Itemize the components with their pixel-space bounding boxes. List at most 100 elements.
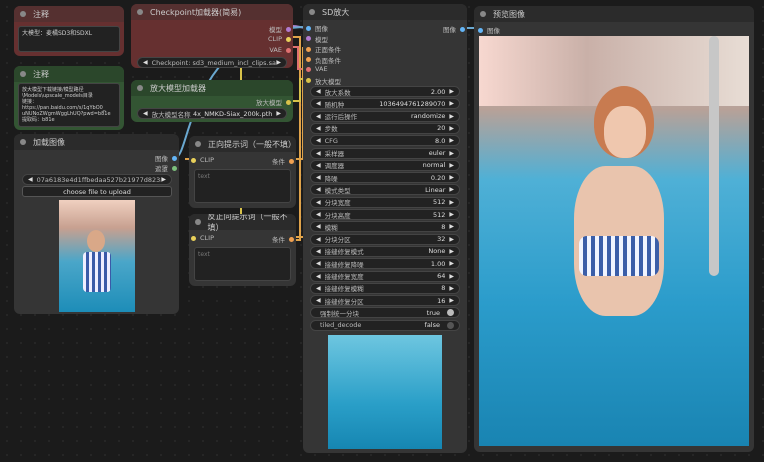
negative-prompt-node[interactable]: 反正向提示词（一般不填） CLIP 条件 text [189, 214, 296, 286]
note-node-2[interactable]: 注释 放大模型下载链接/模型路径 \Models\upscale_models目… [14, 66, 124, 130]
output-conditioning[interactable]: 条件 [272, 156, 294, 166]
output-vae[interactable]: VAE [269, 46, 291, 54]
left-arrow-icon[interactable]: ◀ [316, 186, 321, 193]
right-arrow-icon[interactable]: ▶ [449, 273, 454, 280]
widget-2[interactable]: ◀ 随机种 1036494761289070 ▶ [310, 98, 460, 110]
left-arrow-icon[interactable]: ◀ [316, 162, 321, 169]
collapse-dot-icon[interactable] [480, 11, 486, 17]
widget-12[interactable]: ◀ 模糊 8 ▶ [310, 221, 460, 233]
node-header[interactable]: 放大模型加载器 [131, 80, 293, 96]
widget-1[interactable]: ◀ 放大系数 2.00 ▶ [310, 86, 460, 97]
collapse-dot-icon[interactable] [20, 71, 26, 77]
left-arrow-icon[interactable]: ◀ [316, 199, 321, 206]
right-arrow-icon[interactable]: ▶ [449, 260, 454, 267]
left-arrow-icon[interactable]: ◀ [316, 88, 321, 95]
collapse-dot-icon[interactable] [195, 219, 201, 225]
widget-9[interactable]: ◀ 模式类型 Linear ▶ [310, 184, 460, 196]
left-arrow-icon[interactable]: ◀ [316, 273, 321, 280]
upscale-model-combo[interactable]: ◀ 放大模型名称 4x_NMKD-Siax_200k.pth ▶ [137, 108, 287, 119]
left-arrow-icon[interactable]: ◀ [316, 113, 321, 120]
node-header[interactable]: 正向提示词（一般不填） [189, 136, 296, 152]
output-image[interactable]: 图像 [155, 153, 177, 163]
output-model[interactable]: 模型 [269, 24, 291, 34]
widget-18[interactable]: ◀ 接缝修复分区 16 ▶ [310, 295, 460, 307]
right-arrow-icon[interactable]: ▶ [449, 285, 454, 292]
collapse-dot-icon[interactable] [20, 11, 26, 17]
left-arrow-icon[interactable]: ◀ [316, 236, 321, 243]
left-arrow-icon[interactable]: ◀ [316, 260, 321, 267]
right-arrow-icon[interactable]: ▶ [449, 211, 454, 218]
node-header[interactable]: 注释 [14, 6, 124, 22]
right-arrow-icon[interactable]: ▶ [449, 88, 454, 95]
widget-17[interactable]: ◀ 接缝修复模糊 8 ▶ [310, 282, 460, 294]
right-arrow-icon[interactable]: ▶ [449, 297, 454, 304]
note-text[interactable]: 放大模型下载链接/模型路径 \Models\upscale_models目录 链… [18, 83, 120, 127]
widget-10[interactable]: ◀ 分块宽度 512 ▶ [310, 196, 460, 208]
output-mask[interactable]: 遮罩 [155, 163, 177, 173]
node-header[interactable]: 加载图像 [14, 134, 179, 150]
output-image[interactable]: 图像 [443, 24, 465, 34]
widget-7[interactable]: ◀ 调度器 normal ▶ [310, 159, 460, 171]
ckpt-name-combo[interactable]: ◀Checkpoint: sd3_medium_incl_clips.safet… [137, 57, 287, 68]
image-file-combo[interactable]: ◀07a6183e4d1ffbedaa527b21977d823a4f087c4… [22, 174, 172, 185]
input-socket[interactable]: 负面条件 [306, 55, 341, 65]
right-arrow-icon[interactable]: ▶ [449, 125, 454, 132]
node-header[interactable]: 注释 [14, 66, 124, 82]
widget-15[interactable]: ◀ 接缝修复降噪 1.00 ▶ [310, 258, 460, 270]
input-socket[interactable]: 图像 [306, 23, 328, 33]
input-clip[interactable]: CLIP [191, 234, 214, 242]
input-socket[interactable]: 放大模型 [306, 76, 341, 86]
widget-16[interactable]: ◀ 接缝修复宽度 64 ▶ [310, 270, 460, 282]
collapse-dot-icon[interactable] [137, 85, 143, 91]
left-arrow-icon[interactable]: ◀ [316, 125, 321, 132]
widget-11[interactable]: ◀ 分块高度 512 ▶ [310, 209, 460, 220]
input-socket[interactable]: 模型 [306, 34, 328, 44]
output-conditioning[interactable]: 条件 [272, 234, 294, 244]
input-clip[interactable]: CLIP [191, 156, 214, 164]
right-arrow-icon[interactable]: ▶ [449, 113, 454, 120]
collapse-dot-icon[interactable] [195, 141, 201, 147]
widget-4[interactable]: ◀ 步数 20 ▶ [310, 122, 460, 134]
right-arrow-icon[interactable]: ▶ [449, 223, 454, 230]
right-arrow-icon[interactable]: ▶ [449, 162, 454, 169]
right-arrow-icon[interactable]: ▶ [449, 236, 454, 243]
widget-14[interactable]: ◀ 接缝修复模式 None ▶ [310, 245, 460, 257]
sd-upscale-node[interactable]: SD放大 图像 图像 模型 正面条件 负面条件 VAE 放大模型 ◀ 放大系数 2.00 ▶ ◀ 随… [303, 4, 467, 453]
input-socket[interactable]: VAE [306, 65, 328, 73]
prompt-textarea[interactable]: text [194, 247, 291, 281]
right-arrow-icon[interactable]: ▶ [449, 248, 454, 255]
load-image-node[interactable]: 加载图像 图像 遮罩 ◀ 07a6183e4d1ffbedaa527b21977d… [14, 134, 179, 314]
collapse-dot-icon[interactable] [20, 139, 26, 145]
left-arrow-icon[interactable]: ◀ [316, 137, 321, 144]
right-arrow-icon[interactable]: ▶ [449, 150, 454, 157]
collapse-dot-icon[interactable] [309, 9, 315, 15]
upload-button[interactable]: choose file to upload [22, 186, 172, 197]
left-arrow-icon[interactable]: ◀ [316, 248, 321, 255]
widget-6[interactable]: ◀ 采样器 euler ▶ [310, 147, 460, 159]
right-arrow-icon[interactable]: ▶ [449, 186, 454, 193]
node-header[interactable]: 反正向提示词（一般不填） [189, 214, 296, 232]
note-text[interactable]: 大模型：麦橘SD3和SDXL [18, 26, 120, 52]
output-upscale-model[interactable]: 放大模型 [256, 97, 291, 107]
right-arrow-icon[interactable]: ▶ [449, 174, 454, 181]
right-arrow-icon[interactable]: ▶ [449, 137, 454, 144]
prompt-textarea[interactable]: text [194, 169, 291, 203]
left-arrow-icon[interactable]: ◀ [316, 297, 321, 304]
output-clip[interactable]: CLIP [268, 35, 291, 43]
note-node-1[interactable]: 注释 大模型：麦橘SD3和SDXL [14, 6, 124, 56]
node-header[interactable]: 预览图像 [474, 6, 754, 22]
widget-3[interactable]: ◀ 运行后操作 randomize ▶ [310, 110, 460, 122]
toggle-1[interactable]: 强制统一分块 true [310, 307, 460, 319]
left-arrow-icon[interactable]: ◀ [316, 100, 321, 107]
input-image[interactable]: 图像 [478, 25, 500, 35]
left-arrow-icon[interactable]: ◀ [316, 174, 321, 181]
node-header[interactable]: Checkpoint加载器(简易) [131, 4, 293, 20]
left-arrow-icon[interactable]: ◀ [316, 223, 321, 230]
input-socket[interactable]: 正面条件 [306, 44, 341, 54]
toggle-2[interactable]: tiled_decode false [310, 319, 460, 331]
widget-5[interactable]: ◀ CFG 8.0 ▶ [310, 135, 460, 147]
upscale-loader-node[interactable]: 放大模型加载器 放大模型 ◀ 放大模型名称 4x_NMKD-Siax_200k.pt… [131, 80, 293, 122]
collapse-dot-icon[interactable] [137, 9, 143, 15]
widget-8[interactable]: ◀ 降噪 0.20 ▶ [310, 172, 460, 184]
left-arrow-icon[interactable]: ◀ [316, 285, 321, 292]
